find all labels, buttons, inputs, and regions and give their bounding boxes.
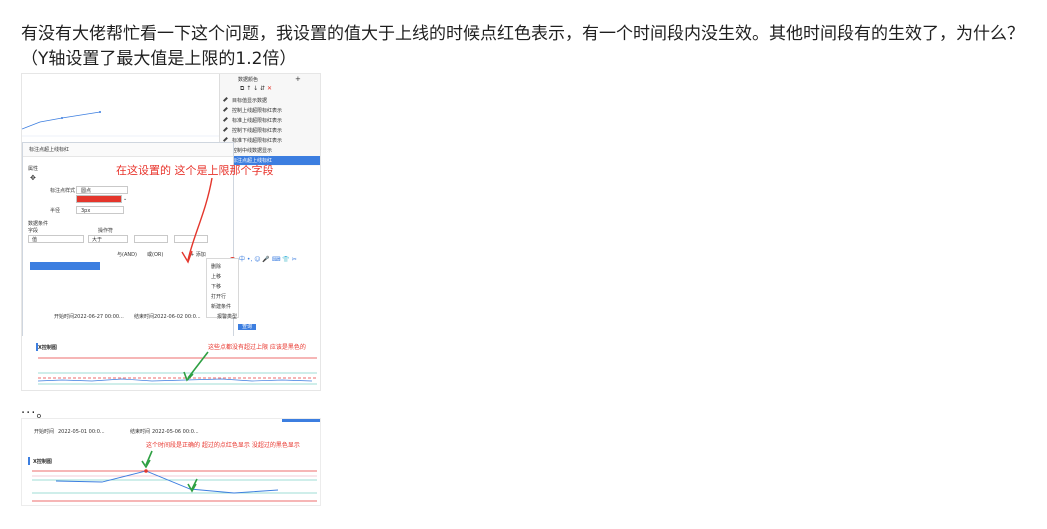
start-time-input[interactable]: 2022-06-27 00:00... (74, 314, 124, 320)
side-item-3[interactable]: 控制下线超限标红表示 (222, 126, 320, 135)
attr-section-label: 属性 (28, 166, 39, 172)
field-select[interactable]: 值 (28, 235, 84, 243)
size-label: 半径 (50, 208, 61, 214)
selected-condition-row[interactable] (30, 262, 100, 270)
logic-or-radio[interactable]: 或(OR) (147, 252, 163, 258)
color-swatch[interactable] (76, 195, 122, 203)
panel-header: 数据颜色 (238, 77, 259, 83)
end-time-label: 结束时间 (130, 429, 151, 435)
alarm-point (144, 469, 148, 473)
post-question-text: 有没有大佬帮忙看一下这个问题，我设置的值大于上线的时候点红色表示，有一个时间段内… (21, 24, 1024, 69)
side-item-5[interactable]: 控制中线数据显示 (222, 146, 320, 155)
annotation-arrow (181, 177, 213, 264)
operator-label: 操作符 (98, 228, 114, 234)
context-menu: 删除 上移 下移 打开行 新建条件 (206, 258, 239, 318)
menu-item-down[interactable]: 下移 (211, 284, 221, 290)
menu-item-up[interactable]: 上移 (211, 274, 221, 280)
value-type-select[interactable] (134, 235, 168, 243)
side-item-0[interactable]: 目标值显示数据 (222, 96, 320, 105)
side-item-4[interactable]: 标准下线超限标红表示 (222, 136, 320, 145)
menu-item-open[interactable]: 打开行 (211, 294, 226, 300)
cond-section-label: 数据条件 (28, 221, 49, 227)
top-accent-strip (282, 419, 320, 422)
start-time-input[interactable]: 2022-05-01 00:0... (58, 429, 105, 435)
end-time-input[interactable]: 2022-06-02 00:0... (154, 314, 201, 320)
size-input[interactable]: 3px (76, 206, 124, 214)
edit-icon (222, 96, 231, 105)
move-icon[interactable]: ✥ (30, 175, 36, 182)
start-time-label: 开始时间 (54, 314, 75, 320)
field-label: 字段 (28, 228, 39, 234)
end-time-label: 结束时间 (134, 314, 155, 320)
logic-and-radio[interactable]: 与(AND) (117, 252, 137, 258)
menu-item-new[interactable]: 新建条件 (211, 304, 231, 310)
dialog-header: 标注点超上线标红 (23, 143, 233, 157)
chevron-down-icon[interactable]: ⌄ (123, 196, 127, 202)
chart-plot-1 (37, 351, 317, 385)
chart-annotation: 这个时间段是正确的 超过的点红色显示 没超过的黑色显示 (146, 442, 300, 449)
screenshot-settings-and-chart[interactable]: 数据颜色 + ⧉ ↑ ↓ ⇵ ✕ 目标值显示数据 控制上线超限标红表示 标准上线… (21, 73, 321, 391)
background-chart (22, 74, 222, 144)
shape-select[interactable]: 圆点 (76, 186, 128, 194)
panel-toolbar-icons[interactable]: ⧉ ↑ ↓ ⇵ ✕ (240, 86, 272, 92)
menu-item-delete[interactable]: 删除 (211, 264, 221, 270)
edit-icon (222, 116, 231, 125)
alarm-type-label: 报警类型 (217, 314, 238, 320)
query-button[interactable]: 查询 (238, 324, 257, 330)
chart-plot-2 (32, 450, 317, 502)
add-icon[interactable]: + (295, 76, 301, 83)
screenshot-chart-correct-period[interactable]: 开始时间 2022-05-01 00:0... 结束时间 2022-05-06 … (21, 418, 321, 506)
dialog-title: 标注点超上线标红 (29, 147, 70, 153)
ime-toolbar[interactable]: 中 •, ☺ 🎤 ⌨ 👕 ✂ (229, 254, 320, 266)
start-time-label: 开始时间 (34, 429, 55, 435)
shape-label: 标注点样式 (50, 188, 76, 194)
edit-icon (222, 126, 231, 135)
operator-select[interactable]: 大于 (88, 235, 128, 243)
edit-icon (222, 106, 231, 115)
side-item-2[interactable]: 标准上线超限标红表示 (222, 116, 320, 125)
side-item-1[interactable]: 控制上线超限标红表示 (222, 106, 320, 115)
data-color-panel: 数据颜色 + ⧉ ↑ ↓ ⇵ ✕ 目标值显示数据 控制上线超限标红表示 标准上线… (219, 74, 320, 166)
end-time-input[interactable]: 2022-05-06 00:0... (152, 429, 199, 435)
background-chart-plot (22, 111, 222, 137)
